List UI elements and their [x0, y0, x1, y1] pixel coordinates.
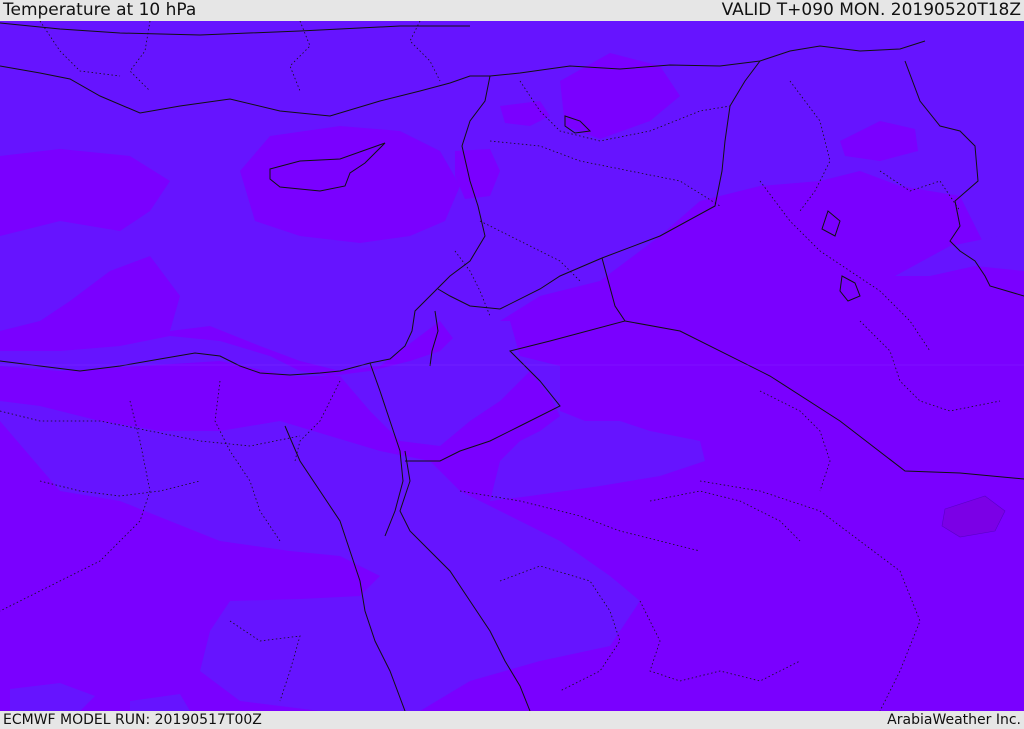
credit-label: ArabiaWeather Inc.: [887, 712, 1021, 728]
map-header: Temperature at 10 hPa VALID T+090 MON. 2…: [0, 0, 1024, 21]
weather-map[interactable]: [0, 21, 1024, 711]
valid-time: VALID T+090 MON. 20190520T18Z: [721, 0, 1021, 20]
map-footer: ECMWF MODEL RUN: 20190517T00Z ArabiaWeat…: [0, 711, 1024, 729]
map-canvas[interactable]: [0, 21, 1024, 711]
map-title: Temperature at 10 hPa: [3, 0, 197, 20]
model-run: ECMWF MODEL RUN: 20190517T00Z: [3, 712, 262, 728]
